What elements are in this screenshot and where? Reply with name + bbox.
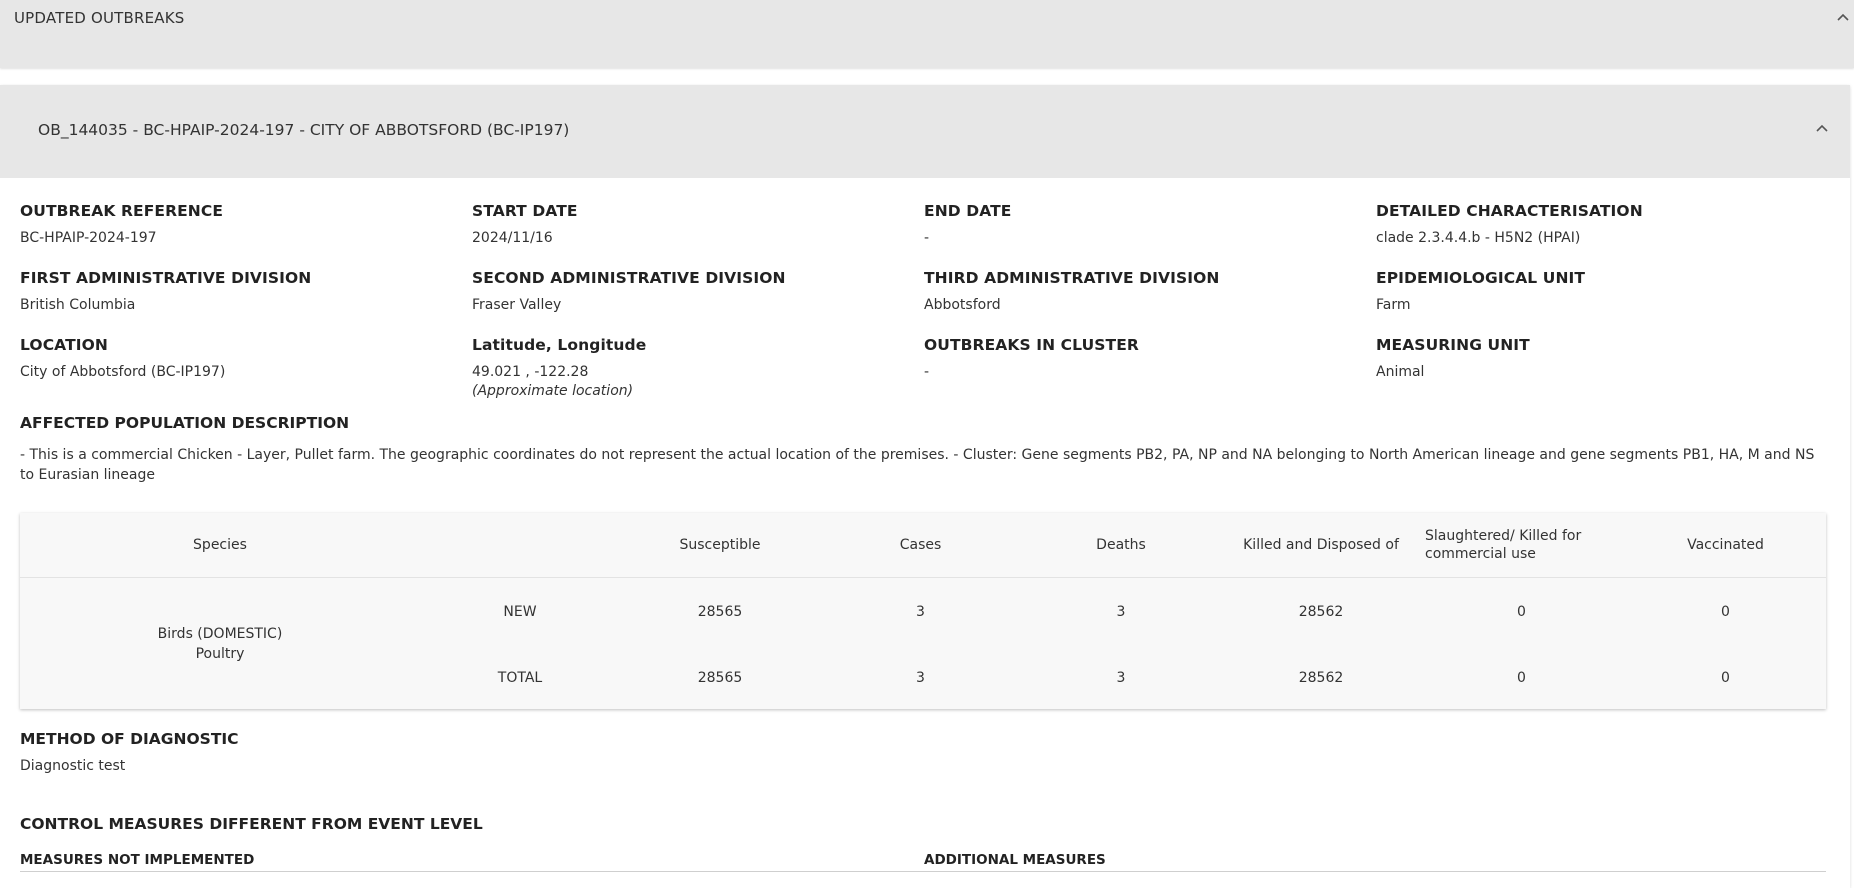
field-detailed-characterisation: DETAILED CHARACTERISATION clade 2.3.4.4.… (1376, 202, 1643, 246)
cell-cases: 3 (916, 670, 925, 686)
species-name: Birds (DOMESTIC) (157, 626, 283, 642)
th-killed: Killed and Disposed of (1243, 537, 1399, 553)
cell-deaths: 3 (1116, 670, 1126, 686)
field-label: START DATE (472, 202, 578, 220)
field-value: Abbotsford (924, 297, 1001, 313)
th-susceptible: Susceptible (679, 537, 761, 553)
cell-killed: 28562 (1298, 670, 1344, 686)
chevron-up-icon[interactable] (1832, 6, 1854, 28)
th-species: Species (193, 537, 247, 553)
method-of-diagnostic-label: METHOD OF DIAGNOSTIC (20, 730, 239, 748)
field-label: FIRST ADMINISTRATIVE DIVISION (20, 269, 312, 287)
row-type: NEW (503, 604, 537, 620)
field-value: Farm (1376, 297, 1411, 313)
field-value: BC-HPAIP-2024-197 (20, 230, 157, 246)
cell-vaccinated: 0 (1721, 670, 1730, 686)
field-label: OUTBREAKS IN CLUSTER (924, 336, 1139, 354)
control-measures-label: CONTROL MEASURES DIFFERENT FROM EVENT LE… (20, 815, 483, 833)
updated-outbreaks-panel[interactable]: UPDATED OUTBREAKS (0, 0, 1854, 68)
field-value: - (924, 364, 930, 380)
field-value: 49.021 , -122.28 (472, 364, 589, 380)
field-epidemiological-unit: EPIDEMIOLOGICAL UNIT Farm (1376, 269, 1585, 313)
cell-slaughtered: 0 (1517, 604, 1526, 620)
chevron-up-icon[interactable] (1811, 117, 1833, 139)
method-of-diagnostic-value: Diagnostic test (20, 758, 126, 774)
measures-not-implemented-label: MEASURES NOT IMPLEMENTED (20, 852, 255, 868)
cell-slaughtered: 0 (1517, 670, 1526, 686)
field-label: END DATE (924, 202, 1012, 220)
affected-population-label: AFFECTED POPULATION DESCRIPTION (20, 414, 350, 432)
field-label: MEASURING UNIT (1376, 336, 1530, 354)
field-value: - (924, 230, 930, 246)
field-third-admin-division: THIRD ADMINISTRATIVE DIVISION Abbotsford (924, 269, 1219, 313)
field-label: EPIDEMIOLOGICAL UNIT (1376, 269, 1586, 287)
field-outbreaks-in-cluster: OUTBREAKS IN CLUSTER - (924, 336, 1139, 380)
divider (20, 871, 1826, 872)
cell-cases: 3 (916, 604, 925, 620)
th-vaccinated: Vaccinated (1687, 537, 1764, 553)
field-second-admin-division: SECOND ADMINISTRATIVE DIVISION Fraser Va… (472, 269, 786, 313)
th-deaths: Deaths (1096, 537, 1146, 553)
th-slaughtered: Slaughtered/ Killed for commercial use (1425, 528, 1582, 562)
field-location: LOCATION City of Abbotsford (BC-IP197) (20, 336, 225, 380)
field-label: THIRD ADMINISTRATIVE DIVISION (924, 269, 1220, 287)
field-start-date: START DATE 2024/11/16 (472, 202, 578, 246)
th-cases: Cases (899, 537, 942, 553)
cell-susceptible: 28565 (697, 604, 743, 620)
field-value: Fraser Valley (472, 297, 562, 313)
species-cell: Birds (DOMESTIC) Poultry (20, 624, 420, 664)
approximate-location-note: (Approximate location) (472, 383, 634, 399)
field-lat-long: Latitude, Longitude 49.021 , -122.28 (Ap… (472, 336, 646, 399)
field-label: SECOND ADMINISTRATIVE DIVISION (472, 269, 786, 287)
outbreak-title: OB_144035 - BC-HPAIP-2024-197 - CITY OF … (38, 121, 570, 139)
table-header-row: Species Susceptible Cases Deaths Killed … (20, 513, 1826, 578)
field-value: clade 2.3.4.4.b - H5N2 (HPAI) (1376, 230, 1581, 246)
field-value: Animal (1376, 364, 1425, 380)
updated-outbreaks-title: UPDATED OUTBREAKS (14, 9, 185, 27)
additional-measures-label: ADDITIONAL MEASURES (924, 852, 1106, 868)
affected-population-text: - This is a commercial Chicken - Layer, … (20, 447, 1815, 483)
field-first-admin-division: FIRST ADMINISTRATIVE DIVISION British Co… (20, 269, 311, 313)
row-type: TOTAL (497, 670, 543, 686)
cell-deaths: 3 (1116, 604, 1126, 620)
outbreak-card-header[interactable]: OB_144035 - BC-HPAIP-2024-197 - CITY OF … (0, 85, 1850, 178)
species-category: Poultry (195, 646, 245, 662)
field-label: DETAILED CHARACTERISATION (1376, 202, 1643, 220)
field-label: Latitude, Longitude (472, 336, 647, 354)
field-value: British Columbia (20, 297, 136, 313)
field-value: City of Abbotsford (BC-IP197) (20, 364, 226, 380)
field-label: OUTBREAK REFERENCE (20, 202, 224, 220)
field-value: 2024/11/16 (472, 230, 553, 246)
cell-vaccinated: 0 (1721, 604, 1730, 620)
field-measuring-unit: MEASURING UNIT Animal (1376, 336, 1530, 380)
cell-susceptible: 28565 (697, 670, 743, 686)
field-outbreak-reference: OUTBREAK REFERENCE BC-HPAIP-2024-197 (20, 202, 223, 246)
field-end-date: END DATE - (924, 202, 1011, 246)
field-label: LOCATION (20, 336, 108, 354)
cell-killed: 28562 (1298, 604, 1344, 620)
species-table: Species Susceptible Cases Deaths Killed … (20, 513, 1826, 709)
